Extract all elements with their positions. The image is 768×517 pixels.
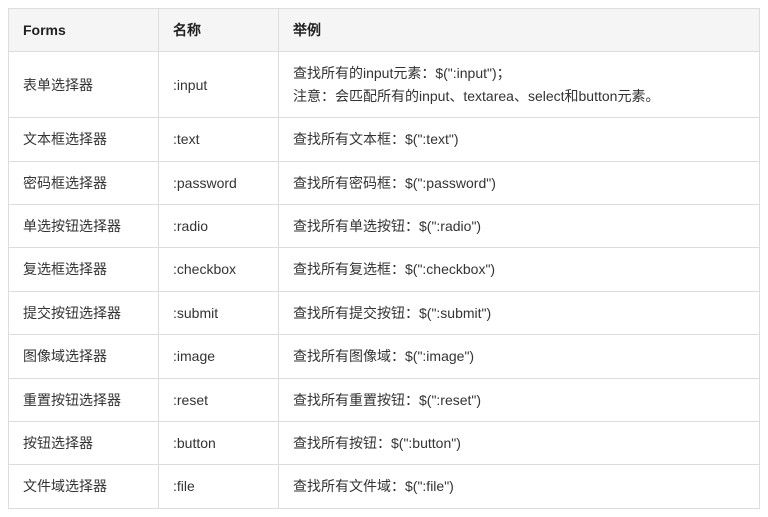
- cell-example: 查找所有提交按钮：$(":submit"): [279, 291, 760, 334]
- table-header-row: Forms 名称 举例: [9, 9, 760, 52]
- cell-name: :image: [159, 335, 279, 378]
- cell-forms: 文件域选择器: [9, 465, 159, 508]
- table-row: 文本框选择器:text查找所有文本框：$(":text"): [9, 118, 760, 161]
- cell-forms: 表单选择器: [9, 52, 159, 118]
- cell-example: 查找所有按钮：$(":button"): [279, 421, 760, 464]
- cell-forms: 按钮选择器: [9, 421, 159, 464]
- table-row: 图像域选择器:image查找所有图像域：$(":image"): [9, 335, 760, 378]
- cell-example: 查找所有文件域：$(":file"): [279, 465, 760, 508]
- header-forms: Forms: [9, 9, 159, 52]
- header-example: 举例: [279, 9, 760, 52]
- cell-name: :checkbox: [159, 248, 279, 291]
- cell-example: 查找所有重置按钮：$(":reset"): [279, 378, 760, 421]
- cell-name: :file: [159, 465, 279, 508]
- cell-name: :button: [159, 421, 279, 464]
- cell-name: :password: [159, 161, 279, 204]
- header-name: 名称: [159, 9, 279, 52]
- table-row: 重置按钮选择器:reset查找所有重置按钮：$(":reset"): [9, 378, 760, 421]
- table-row: 密码框选择器:password查找所有密码框：$(":password"): [9, 161, 760, 204]
- cell-forms: 文本框选择器: [9, 118, 159, 161]
- cell-example: 查找所有密码框：$(":password"): [279, 161, 760, 204]
- selectors-table: Forms 名称 举例 表单选择器:input查找所有的input元素：$(":…: [8, 8, 760, 509]
- table-row: 提交按钮选择器:submit查找所有提交按钮：$(":submit"): [9, 291, 760, 334]
- cell-forms: 密码框选择器: [9, 161, 159, 204]
- cell-name: :submit: [159, 291, 279, 334]
- cell-example: 查找所有图像域：$(":image"): [279, 335, 760, 378]
- cell-example: 查找所有单选按钮：$(":radio"): [279, 204, 760, 247]
- cell-name: :text: [159, 118, 279, 161]
- cell-example: 查找所有文本框：$(":text"): [279, 118, 760, 161]
- table-row: 复选框选择器:checkbox查找所有复选框：$(":checkbox"): [9, 248, 760, 291]
- cell-forms: 图像域选择器: [9, 335, 159, 378]
- cell-name: :reset: [159, 378, 279, 421]
- cell-forms: 单选按钮选择器: [9, 204, 159, 247]
- cell-example: 查找所有复选框：$(":checkbox"): [279, 248, 760, 291]
- cell-example: 查找所有的input元素：$(":input")； 注意：会匹配所有的input…: [279, 52, 760, 118]
- table-row: 单选按钮选择器:radio查找所有单选按钮：$(":radio"): [9, 204, 760, 247]
- table-row: 按钮选择器:button查找所有按钮：$(":button"): [9, 421, 760, 464]
- cell-forms: 重置按钮选择器: [9, 378, 159, 421]
- cell-forms: 复选框选择器: [9, 248, 159, 291]
- table-row: 文件域选择器:file查找所有文件域：$(":file"): [9, 465, 760, 508]
- cell-forms: 提交按钮选择器: [9, 291, 159, 334]
- cell-name: :radio: [159, 204, 279, 247]
- cell-name: :input: [159, 52, 279, 118]
- table-row: 表单选择器:input查找所有的input元素：$(":input")； 注意：…: [9, 52, 760, 118]
